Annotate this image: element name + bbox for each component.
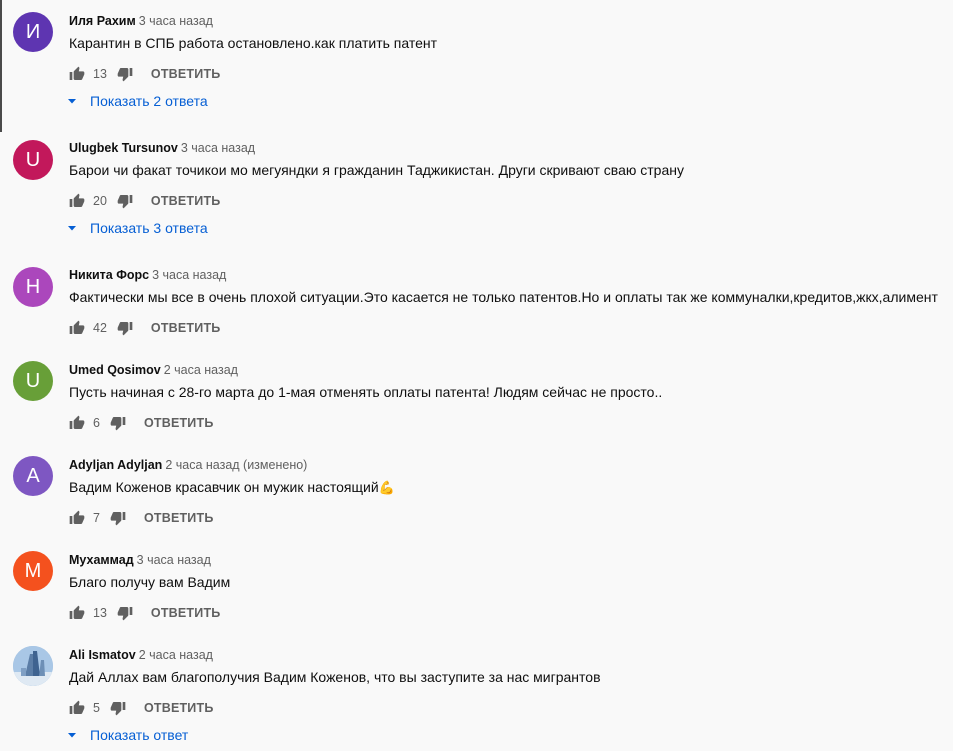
comment-time[interactable]: 3 часа назад <box>139 14 213 28</box>
author-name[interactable]: Ulugbek Tursunov <box>69 141 178 155</box>
comment-time[interactable]: 2 часа назад <box>164 363 238 377</box>
comment-actions: 6 ОТВЕТИТЬ <box>69 413 214 433</box>
dislike-icon[interactable] <box>117 320 133 336</box>
avatar[interactable]: U <box>13 140 53 180</box>
like-count: 6 <box>93 416 100 430</box>
comment-actions: 13 ОТВЕТИТЬ <box>69 64 220 84</box>
like-count: 13 <box>93 606 107 620</box>
like-count: 7 <box>93 511 100 525</box>
comment-header: Иля Рахим 3 часа назад <box>69 13 213 28</box>
comment-actions: 42 ОТВЕТИТЬ <box>69 318 220 338</box>
reply-button[interactable]: ОТВЕТИТЬ <box>144 416 214 430</box>
like-icon[interactable] <box>69 415 85 431</box>
like-count: 5 <box>93 701 100 715</box>
author-name[interactable]: Umed Qosimov <box>69 363 161 377</box>
flexed-biceps-icon: 💪 <box>378 480 395 495</box>
reply-button[interactable]: ОТВЕТИТЬ <box>144 701 214 715</box>
show-replies-label: Показать 3 ответа <box>90 220 208 236</box>
avatar[interactable]: И <box>13 12 53 52</box>
comment-text: Вадим Коженов красавчик он мужик настоящ… <box>69 479 395 496</box>
avatar[interactable]: A <box>13 456 53 496</box>
scroll-edge-bar <box>0 0 2 132</box>
comment-header: Umed Qosimov 2 часа назад <box>69 362 238 377</box>
like-count: 20 <box>93 194 107 208</box>
comment-time[interactable]: 3 часа назад <box>137 553 211 567</box>
comment-text: Фактически мы все в очень плохой ситуаци… <box>69 289 938 305</box>
reply-button[interactable]: ОТВЕТИТЬ <box>144 511 214 525</box>
like-icon[interactable] <box>69 510 85 526</box>
comment-text: Барои чи факат точикои мо мегуяндки я гр… <box>69 162 684 178</box>
dislike-icon[interactable] <box>117 605 133 621</box>
reply-button[interactable]: ОТВЕТИТЬ <box>151 67 221 81</box>
like-icon[interactable] <box>69 700 85 716</box>
like-icon[interactable] <box>69 605 85 621</box>
author-name[interactable]: Adyljan Adyljan <box>69 458 162 472</box>
show-replies-button[interactable]: Показать ответ <box>66 727 188 743</box>
show-replies-label: Показать ответ <box>90 727 189 743</box>
author-name[interactable]: Мухаммад <box>69 553 134 567</box>
avatar[interactable]: Н <box>13 267 53 307</box>
comment-header: Мухаммад 3 часа назад <box>69 552 211 567</box>
comment-actions: 13 ОТВЕТИТЬ <box>69 603 220 623</box>
chevron-down-icon <box>66 729 78 741</box>
reply-button[interactable]: ОТВЕТИТЬ <box>151 321 221 335</box>
comment-time[interactable]: 3 часа назад <box>181 141 255 155</box>
show-replies-button[interactable]: Показать 2 ответа <box>66 93 208 109</box>
reply-button[interactable]: ОТВЕТИТЬ <box>151 194 221 208</box>
like-count: 42 <box>93 321 107 335</box>
dislike-icon[interactable] <box>117 193 133 209</box>
comment-header: Ulugbek Tursunov 3 часа назад <box>69 140 255 155</box>
comment-time[interactable]: 3 часа назад <box>152 268 226 282</box>
comment-text-body: Вадим Коженов красавчик он мужик настоящ… <box>69 479 379 495</box>
like-icon[interactable] <box>69 66 85 82</box>
avatar[interactable]: U <box>13 361 53 401</box>
dislike-icon[interactable] <box>110 415 126 431</box>
reply-button[interactable]: ОТВЕТИТЬ <box>151 606 221 620</box>
comment-actions: 20 ОТВЕТИТЬ <box>69 191 220 211</box>
comment-header: Adyljan Adyljan 2 часа назад (изменено) <box>69 457 307 472</box>
comment-header: Ali Ismatov 2 часа назад <box>69 647 213 662</box>
dislike-icon[interactable] <box>117 66 133 82</box>
comment-time[interactable]: 2 часа назад <box>139 648 213 662</box>
dislike-icon[interactable] <box>110 510 126 526</box>
show-replies-label: Показать 2 ответа <box>90 93 208 109</box>
comment-text: Дай Аллах вам благополучия Вадим Коженов… <box>69 669 601 685</box>
avatar[interactable]: М <box>13 551 53 591</box>
comment-actions: 7 ОТВЕТИТЬ <box>69 508 214 528</box>
avatar-photo-icon <box>13 646 53 686</box>
show-replies-button[interactable]: Показать 3 ответа <box>66 220 208 236</box>
chevron-down-icon <box>66 222 78 234</box>
like-count: 13 <box>93 67 107 81</box>
comment-time[interactable]: 2 часа назад (изменено) <box>165 458 307 472</box>
comment-header: Никита Форс 3 часа назад <box>69 267 226 282</box>
author-name[interactable]: Иля Рахим <box>69 14 136 28</box>
dislike-icon[interactable] <box>110 700 126 716</box>
comment-actions: 5 ОТВЕТИТЬ <box>69 698 214 718</box>
like-icon[interactable] <box>69 193 85 209</box>
author-name[interactable]: Никита Форс <box>69 268 149 282</box>
comment-text: Благо получу вам Вадим <box>69 574 231 590</box>
comment-text: Карантин в СПБ работа остановлено.как пл… <box>69 35 438 51</box>
like-icon[interactable] <box>69 320 85 336</box>
comment-text: Пусть начиная с 28-го марта до 1-мая отм… <box>69 384 663 400</box>
chevron-down-icon <box>66 95 78 107</box>
avatar[interactable] <box>13 646 53 686</box>
author-name[interactable]: Ali Ismatov <box>69 648 136 662</box>
